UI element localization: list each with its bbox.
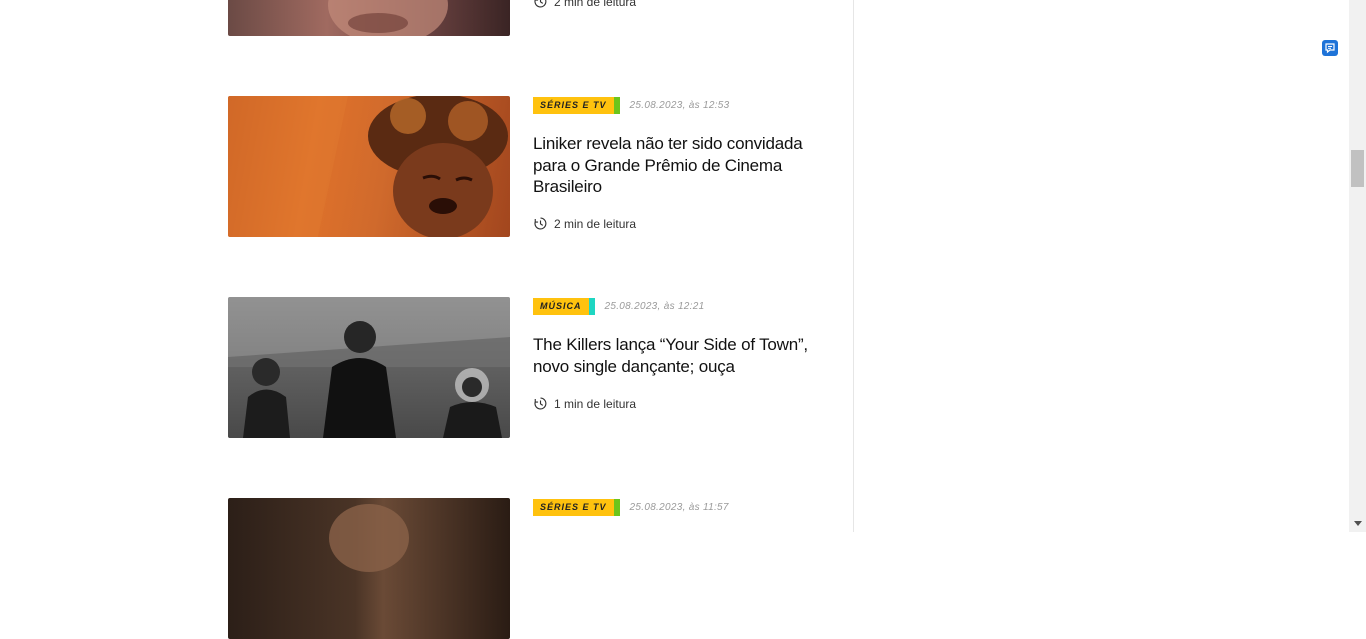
read-time: 1 min de leitura bbox=[533, 396, 636, 411]
article-meta: MÚSICA 25.08.2023, às 12:21 bbox=[533, 297, 704, 315]
read-time-label: 2 min de leitura bbox=[554, 216, 637, 231]
read-time: 2 min de leitura bbox=[533, 0, 636, 9]
caret-down-icon[interactable] bbox=[1351, 516, 1364, 530]
singer-photo bbox=[228, 96, 508, 237]
portrait-photo bbox=[329, 504, 409, 572]
read-time-label: 2 min de leitura bbox=[554, 0, 637, 9]
category-tag-accent bbox=[588, 297, 595, 315]
read-time: 2 min de leitura bbox=[533, 216, 636, 231]
clock-history-icon bbox=[534, 0, 547, 8]
category-tag[interactable]: SÉRIES E TV bbox=[533, 96, 614, 114]
article-title[interactable]: Liniker revela não ter sido convidada pa… bbox=[533, 133, 823, 198]
category-tag-accent bbox=[613, 498, 620, 516]
article-thumbnail[interactable] bbox=[228, 498, 510, 639]
scrollbar-thumb[interactable] bbox=[1351, 150, 1364, 187]
article-thumbnail[interactable] bbox=[228, 297, 510, 438]
article-thumbnail[interactable] bbox=[228, 0, 510, 36]
category-tag[interactable]: SÉRIES E TV bbox=[533, 498, 614, 516]
article-thumbnail[interactable] bbox=[228, 96, 510, 237]
sidebar bbox=[854, 0, 1348, 532]
article-meta: SÉRIES E TV 25.08.2023, às 12:53 bbox=[533, 96, 730, 114]
article-date: 25.08.2023, às 12:21 bbox=[604, 300, 705, 312]
clock-history-icon bbox=[534, 217, 547, 230]
article-meta: SÉRIES E TV 25.08.2023, às 11:57 bbox=[533, 498, 729, 516]
article-date: 25.08.2023, às 11:57 bbox=[629, 501, 729, 513]
article-date: 25.08.2023, às 12:53 bbox=[629, 99, 730, 111]
read-time-label: 1 min de leitura bbox=[554, 396, 637, 411]
article-list: 2 min de leitura SÉRIES E TV 25.08.2023,… bbox=[0, 0, 853, 639]
band-photo bbox=[228, 297, 510, 438]
category-tag[interactable]: MÚSICA bbox=[533, 297, 589, 315]
chat-bubble-icon[interactable] bbox=[1322, 40, 1338, 56]
category-tag-accent bbox=[613, 96, 620, 114]
article-title[interactable]: The Killers lança “Your Side of Town”, n… bbox=[533, 334, 823, 377]
portrait-photo bbox=[328, 0, 448, 36]
clock-history-icon bbox=[534, 397, 547, 410]
page-scrollbar[interactable] bbox=[1349, 0, 1366, 532]
